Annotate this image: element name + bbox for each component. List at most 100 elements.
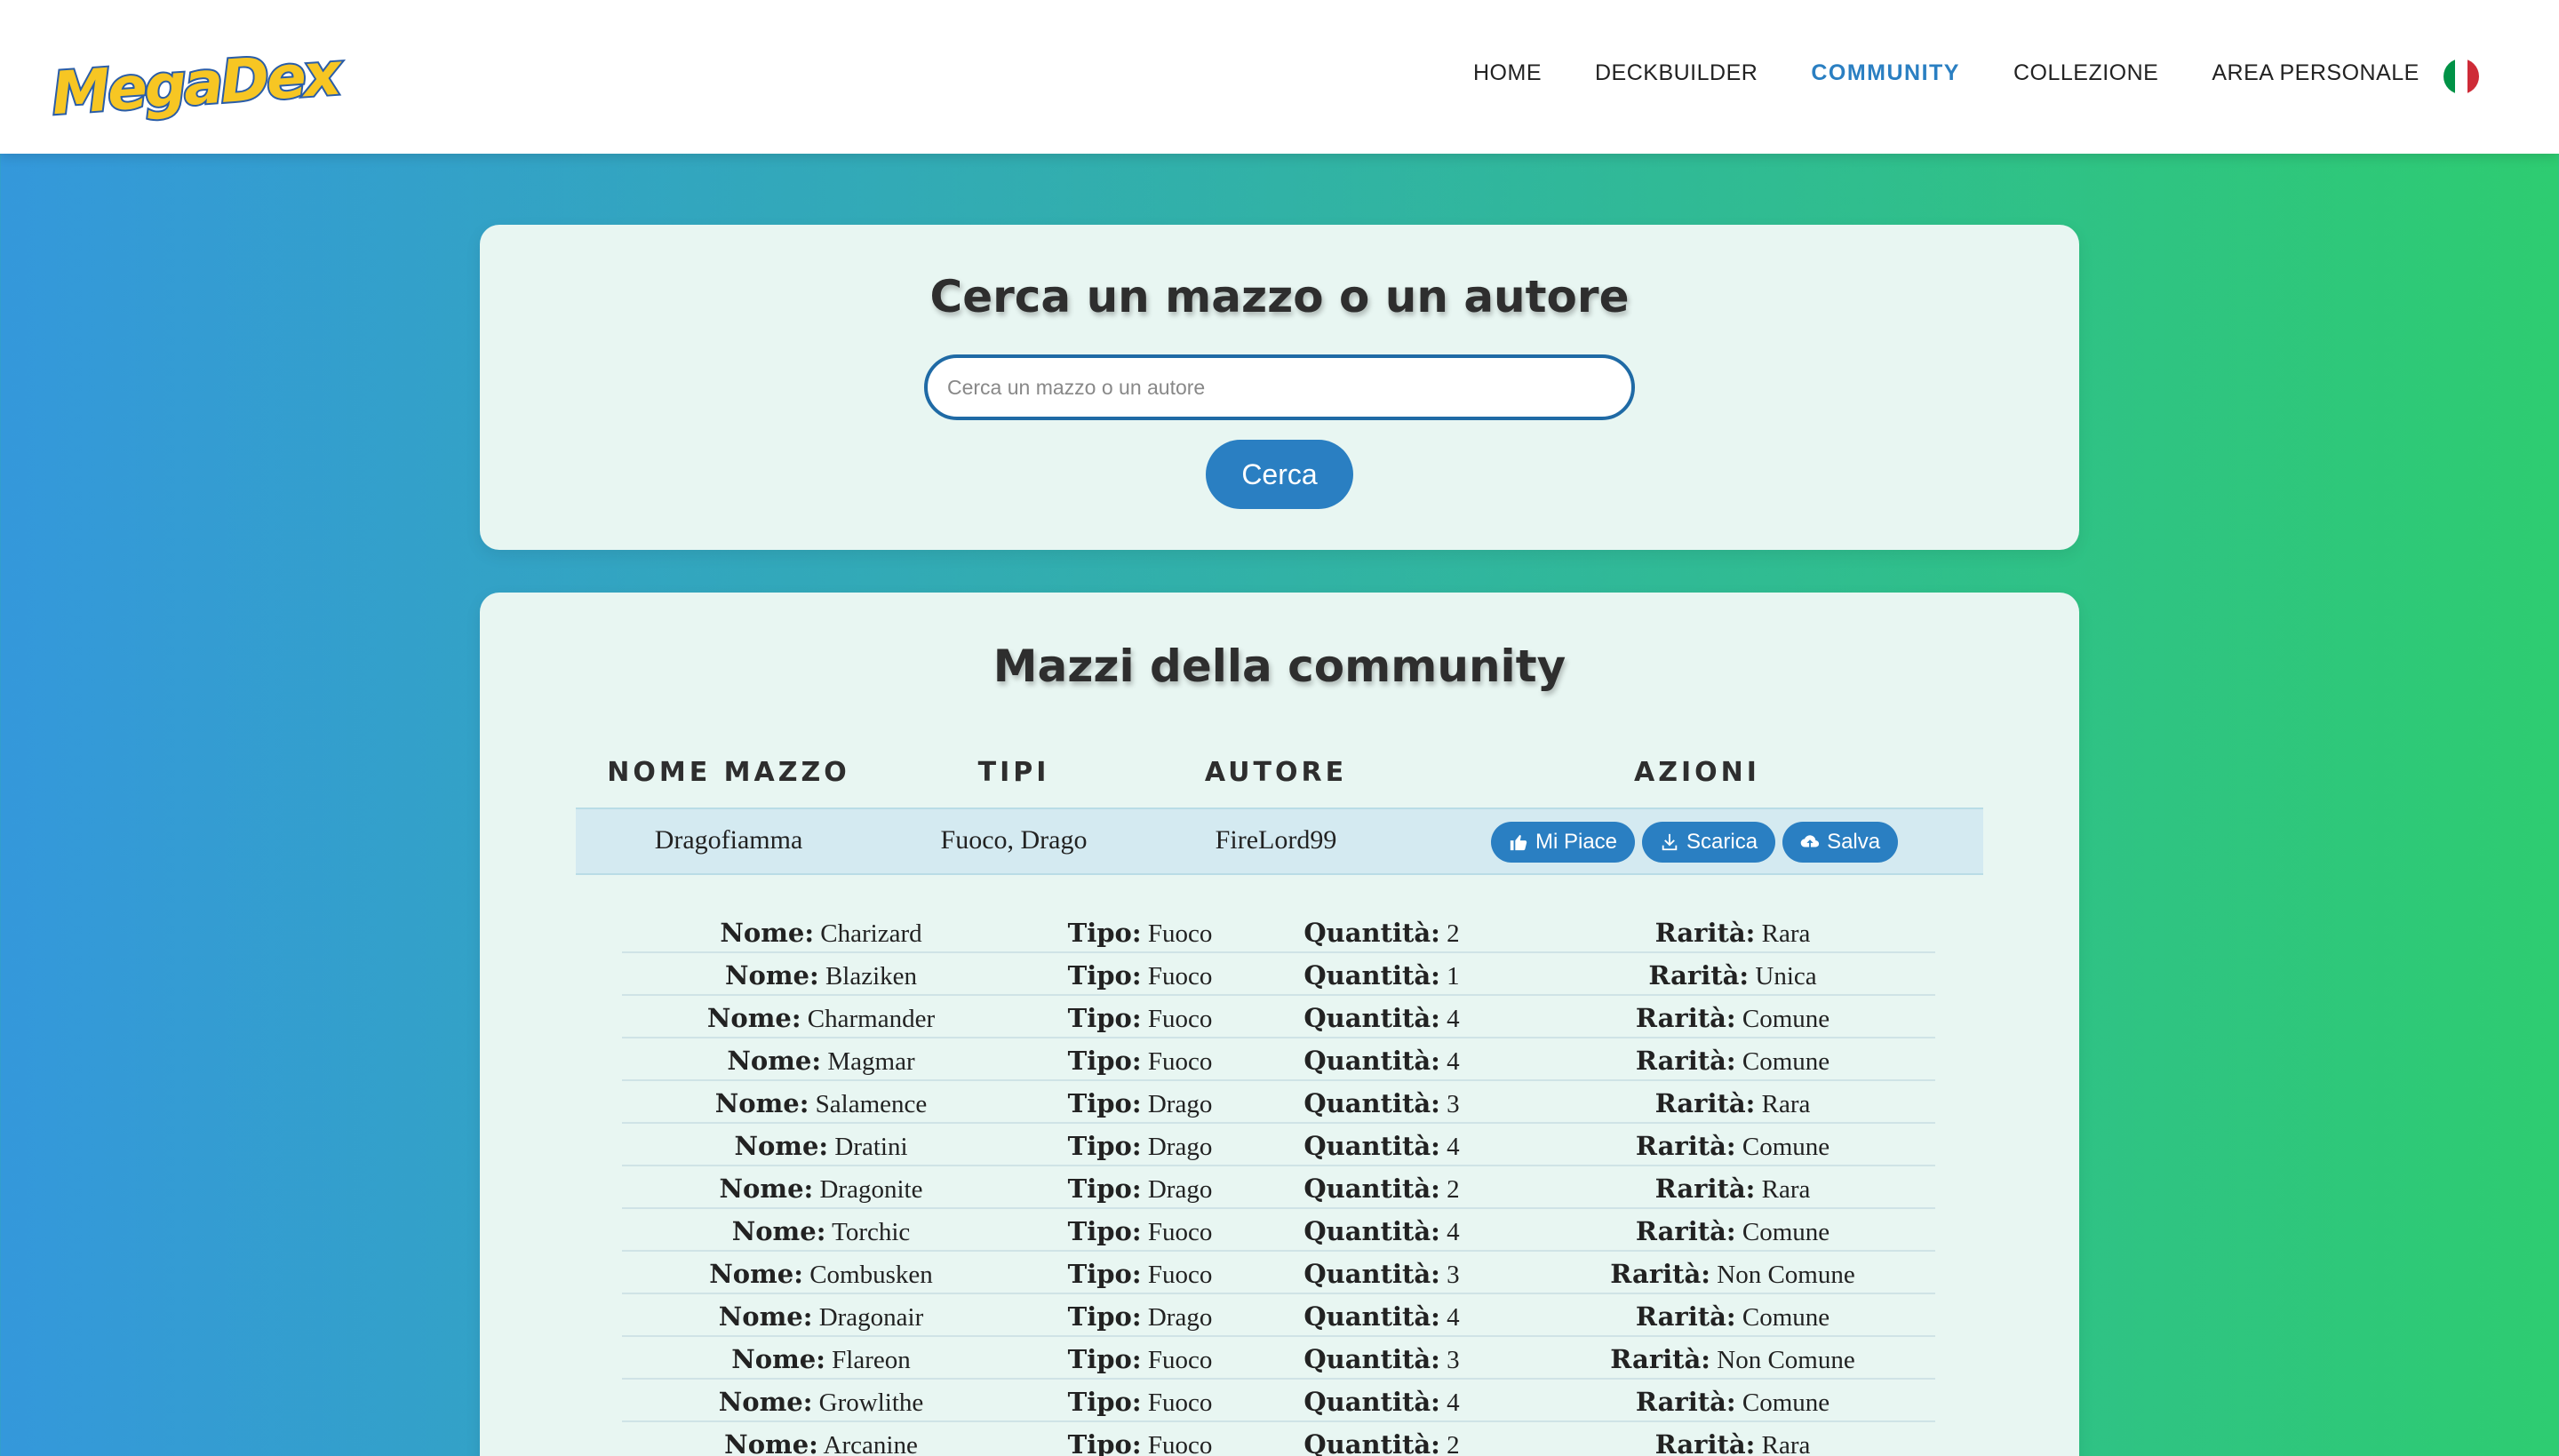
card-quantity: Quantità: 2 bbox=[1303, 1174, 1459, 1205]
card-rarity: Rarità: Comune bbox=[1636, 1387, 1830, 1418]
card-name-label: Nome: bbox=[731, 1216, 826, 1246]
card-rarity: Rarità: Non Comune bbox=[1610, 1344, 1854, 1375]
card-rarity-label: Rarità: bbox=[1635, 1046, 1736, 1076]
card-type-value: Fuoco bbox=[1147, 1388, 1213, 1417]
list-item: Nome: Torchic Tipo: Fuoco Quantità: 4 Rarit… bbox=[622, 1209, 1935, 1252]
card-type-label: Tipo: bbox=[1067, 918, 1142, 948]
megadex-logo[interactable]: MegaDex bbox=[48, 37, 343, 129]
nav-item-collezione[interactable]: COLLEZIONE bbox=[2013, 60, 2158, 86]
card-rarity: Rarità: Comune bbox=[1636, 1003, 1830, 1034]
search-button[interactable]: Cerca bbox=[1206, 440, 1353, 509]
card-quantity-label: Quantità: bbox=[1303, 1003, 1440, 1033]
nav-item-community[interactable]: COMMUNITY bbox=[1811, 60, 1960, 86]
card-quantity-value: 4 bbox=[1447, 1047, 1460, 1076]
card-quantity: Quantità: 3 bbox=[1303, 1259, 1459, 1290]
card-rarity: Rarità: Rara bbox=[1655, 1174, 1811, 1205]
card-type-label: Tipo: bbox=[1067, 1088, 1142, 1118]
card-type-value: Drago bbox=[1147, 1090, 1213, 1118]
card-type-label: Tipo: bbox=[1067, 1174, 1142, 1204]
card-quantity: Quantità: 4 bbox=[1303, 1003, 1459, 1034]
card-type-label: Tipo: bbox=[1067, 1429, 1142, 1456]
download-button[interactable]: Scarica bbox=[1642, 822, 1776, 863]
card-quantity-value: 1 bbox=[1447, 962, 1460, 991]
card-quantity-value: 4 bbox=[1447, 1005, 1460, 1033]
save-button[interactable]: Salva bbox=[1782, 822, 1899, 863]
card-quantity-value: 4 bbox=[1447, 1303, 1460, 1332]
card-type: Tipo: Drago bbox=[1068, 1088, 1213, 1119]
card-rarity-value: Rara bbox=[1761, 919, 1811, 948]
card-name: Nome: Combusken bbox=[709, 1259, 933, 1290]
card-quantity-label: Quantità: bbox=[1303, 1259, 1440, 1289]
card-rarity-label: Rarità: bbox=[1635, 1301, 1736, 1332]
card-rarity-value: Comune bbox=[1742, 1005, 1830, 1033]
card-rarity-value: Non Comune bbox=[1717, 1346, 1855, 1374]
card-type: Tipo: Fuoco bbox=[1068, 1046, 1213, 1077]
card-name-label: Nome: bbox=[718, 1301, 813, 1332]
nav-item-home[interactable]: HOME bbox=[1473, 60, 1542, 86]
list-item: Nome: Growlithe Tipo: Fuoco Quantità: 4 Rar… bbox=[622, 1380, 1935, 1422]
nav-item-area-personale[interactable]: AREA PERSONALE bbox=[2212, 60, 2419, 86]
table-header: NOME MAZZO TIPI AUTORE AZIONI bbox=[576, 757, 1983, 810]
search-title: Cerca un mazzo o un autore bbox=[929, 271, 1630, 322]
card-type: Tipo: Fuoco bbox=[1068, 1344, 1213, 1375]
card-quantity: Quantità: 2 bbox=[1303, 918, 1459, 949]
card-name-label: Nome: bbox=[724, 1429, 818, 1456]
deck-row[interactable]: Dragofiamma Fuoco, Drago FireLord99 Mi P… bbox=[576, 808, 1983, 875]
nav-item-deckbuilder[interactable]: DECKBUILDER bbox=[1595, 60, 1758, 86]
card-quantity-label: Quantità: bbox=[1303, 960, 1440, 991]
card-type: Tipo: Fuoco bbox=[1068, 1003, 1213, 1034]
card-quantity-value: 4 bbox=[1447, 1133, 1460, 1161]
card-rarity: Rarità: Comune bbox=[1636, 1301, 1830, 1333]
card-type-label: Tipo: bbox=[1067, 1344, 1142, 1374]
card-rarity-value: Rara bbox=[1761, 1090, 1811, 1118]
card-rarity-value: Comune bbox=[1742, 1303, 1830, 1332]
card-rarity-value: Rara bbox=[1761, 1431, 1811, 1456]
card-rarity-label: Rarità: bbox=[1654, 1088, 1756, 1118]
card-name-label: Nome: bbox=[727, 1046, 822, 1076]
card-rarity-value: Unica bbox=[1755, 962, 1817, 991]
card-quantity-label: Quantità: bbox=[1303, 1344, 1440, 1374]
card-type: Tipo: Drago bbox=[1068, 1301, 1213, 1333]
card-type-label: Tipo: bbox=[1067, 1131, 1142, 1161]
card-name-value: Salamence bbox=[815, 1090, 928, 1118]
card-rarity-label: Rarità: bbox=[1654, 918, 1756, 948]
card-rarity-value: Rara bbox=[1761, 1175, 1811, 1204]
card-quantity-label: Quantità: bbox=[1303, 1301, 1440, 1332]
list-item: Nome: Combusken Tipo: Fuoco Quantità: 3 Rar… bbox=[622, 1252, 1935, 1294]
card-rarity: Rarità: Rara bbox=[1655, 1088, 1811, 1119]
card-rarity: Rarità: Comune bbox=[1636, 1216, 1830, 1247]
card-name-value: Flareon bbox=[832, 1346, 911, 1374]
card-name-value: Arcanine bbox=[823, 1431, 918, 1456]
column-header-types: TIPI bbox=[977, 757, 1050, 788]
list-item: Nome: Dratini Tipo: Drago Quantità: 4 Rarit… bbox=[622, 1124, 1935, 1166]
card-name: Nome: Arcanine bbox=[724, 1429, 918, 1456]
card-name-value: Blaziken bbox=[825, 962, 918, 991]
list-item: Nome: Blaziken Tipo: Fuoco Quantità: 1 Rari… bbox=[622, 953, 1935, 996]
card-quantity: Quantità: 3 bbox=[1303, 1088, 1459, 1119]
card-quantity-value: 2 bbox=[1447, 919, 1460, 948]
card-type-value: Fuoco bbox=[1147, 919, 1213, 948]
card-name-label: Nome: bbox=[714, 1088, 809, 1118]
like-button[interactable]: Mi Piace bbox=[1491, 822, 1636, 863]
card-quantity: Quantità: 2 bbox=[1303, 1429, 1459, 1456]
card-quantity-label: Quantità: bbox=[1303, 1216, 1440, 1246]
like-label: Mi Piace bbox=[1535, 830, 1618, 854]
card-rarity-label: Rarità: bbox=[1610, 1259, 1711, 1289]
card-name-value: Combusken bbox=[809, 1261, 933, 1289]
italian-flag-icon[interactable] bbox=[2443, 59, 2479, 94]
card-rarity-label: Rarità: bbox=[1635, 1216, 1736, 1246]
card-type-value: Fuoco bbox=[1147, 962, 1213, 991]
card-quantity: Quantità: 4 bbox=[1303, 1387, 1459, 1418]
card-quantity-label: Quantità: bbox=[1303, 918, 1440, 948]
card-type: Tipo: Fuoco bbox=[1068, 918, 1213, 949]
card-name-value: Magmar bbox=[827, 1047, 915, 1076]
navbar: MegaDex HOME DECKBUILDER COMMUNITY COLLE… bbox=[0, 0, 2559, 154]
card-name: Nome: Dragonite bbox=[720, 1174, 923, 1205]
card-type-label: Tipo: bbox=[1067, 1387, 1142, 1417]
card-name: Nome: Charmander bbox=[707, 1003, 935, 1034]
card-quantity-value: 4 bbox=[1447, 1388, 1460, 1417]
download-label: Scarica bbox=[1686, 830, 1758, 854]
search-input[interactable] bbox=[924, 354, 1635, 420]
card-type: Tipo: Fuoco bbox=[1068, 1429, 1213, 1456]
list-item: Nome: Salamence Tipo: Drago Quantità: 3 Rar… bbox=[622, 1081, 1935, 1124]
